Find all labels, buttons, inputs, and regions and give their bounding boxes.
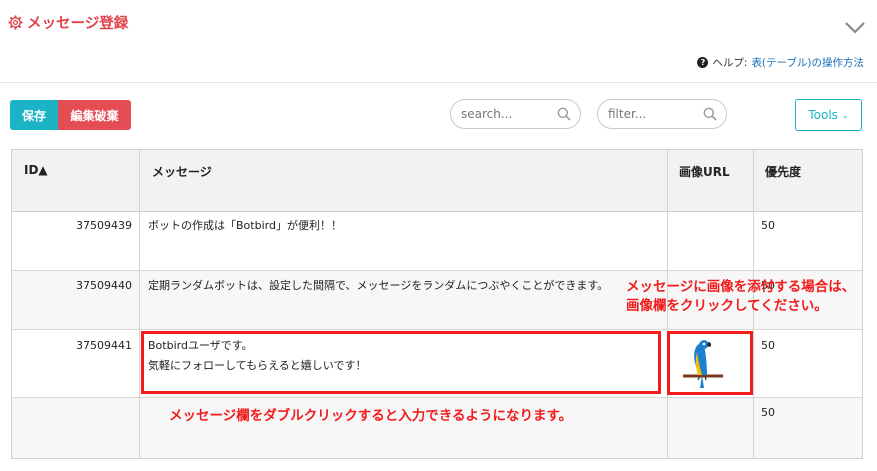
cell-priority[interactable]: 50 <box>753 336 862 356</box>
image-cell-highlight <box>667 331 753 395</box>
message-cell-highlight <box>141 331 661 394</box>
chevron-down-icon: ⌄ <box>841 110 849 120</box>
image-hint-line: メッセージに画像を添付する場合は、 <box>626 279 856 295</box>
save-button[interactable]: 保存 <box>10 100 58 130</box>
filter-input[interactable] <box>608 105 690 123</box>
filter-box <box>597 99 727 129</box>
column-divider <box>139 150 140 458</box>
cell-priority[interactable]: 50 <box>753 216 862 236</box>
help-label: ヘルプ: <box>712 57 748 69</box>
discard-edits-button[interactable]: 編集破棄 <box>58 100 131 130</box>
cell-id: 37509439 <box>76 219 132 232</box>
page-header: メッセージ登録 ? ヘルプ: 表(テーブル)の操作方法 <box>0 0 877 83</box>
cell-message[interactable]: 定期ランダムボットは、設定した間隔で、メッセージをランダムにつぶやくことができま… <box>140 276 667 316</box>
cell-id: 37509440 <box>76 279 132 292</box>
search-icon[interactable] <box>703 107 717 121</box>
column-header-id[interactable]: ID▲ <box>12 150 140 212</box>
column-header-image-url[interactable]: 画像URL <box>667 150 753 212</box>
cell-message[interactable]: ボットの作成は「Botbird」が便利！！ <box>140 216 667 268</box>
help-link[interactable]: 表(テーブル)の操作方法 <box>751 55 864 70</box>
image-hint-annotation: メッセージに画像を添付する場合は、 画像欄をクリックしてください。 <box>626 278 855 316</box>
cell-id: 37509441 <box>76 339 132 352</box>
cell-image[interactable] <box>667 212 753 270</box>
help-line: ? ヘルプ: 表(テーブル)の操作方法 <box>697 55 864 70</box>
gear-icon <box>8 15 23 30</box>
search-box <box>450 99 581 129</box>
tools-button[interactable]: Tools ⌄ <box>795 99 862 131</box>
cell-image[interactable] <box>667 398 753 458</box>
cell-id <box>12 406 140 426</box>
message-hint-annotation: メッセージ欄をダブルクリックすると入力できるようになります。 <box>169 408 573 424</box>
page-title: メッセージ登録 <box>27 16 129 32</box>
column-header-message[interactable]: メッセージ <box>140 150 667 212</box>
search-input[interactable] <box>461 105 543 123</box>
column-header-priority[interactable]: 優先度 <box>753 150 862 212</box>
help-icon: ? <box>697 57 709 68</box>
tools-label: Tools <box>808 108 838 122</box>
cell-priority[interactable]: 50 <box>753 403 862 423</box>
page-title-wrap: メッセージ登録 <box>8 12 128 33</box>
chevron-down-icon[interactable] <box>842 14 868 40</box>
image-hint-line: 画像欄をクリックしてください。 <box>626 298 828 314</box>
search-icon[interactable] <box>557 107 571 121</box>
